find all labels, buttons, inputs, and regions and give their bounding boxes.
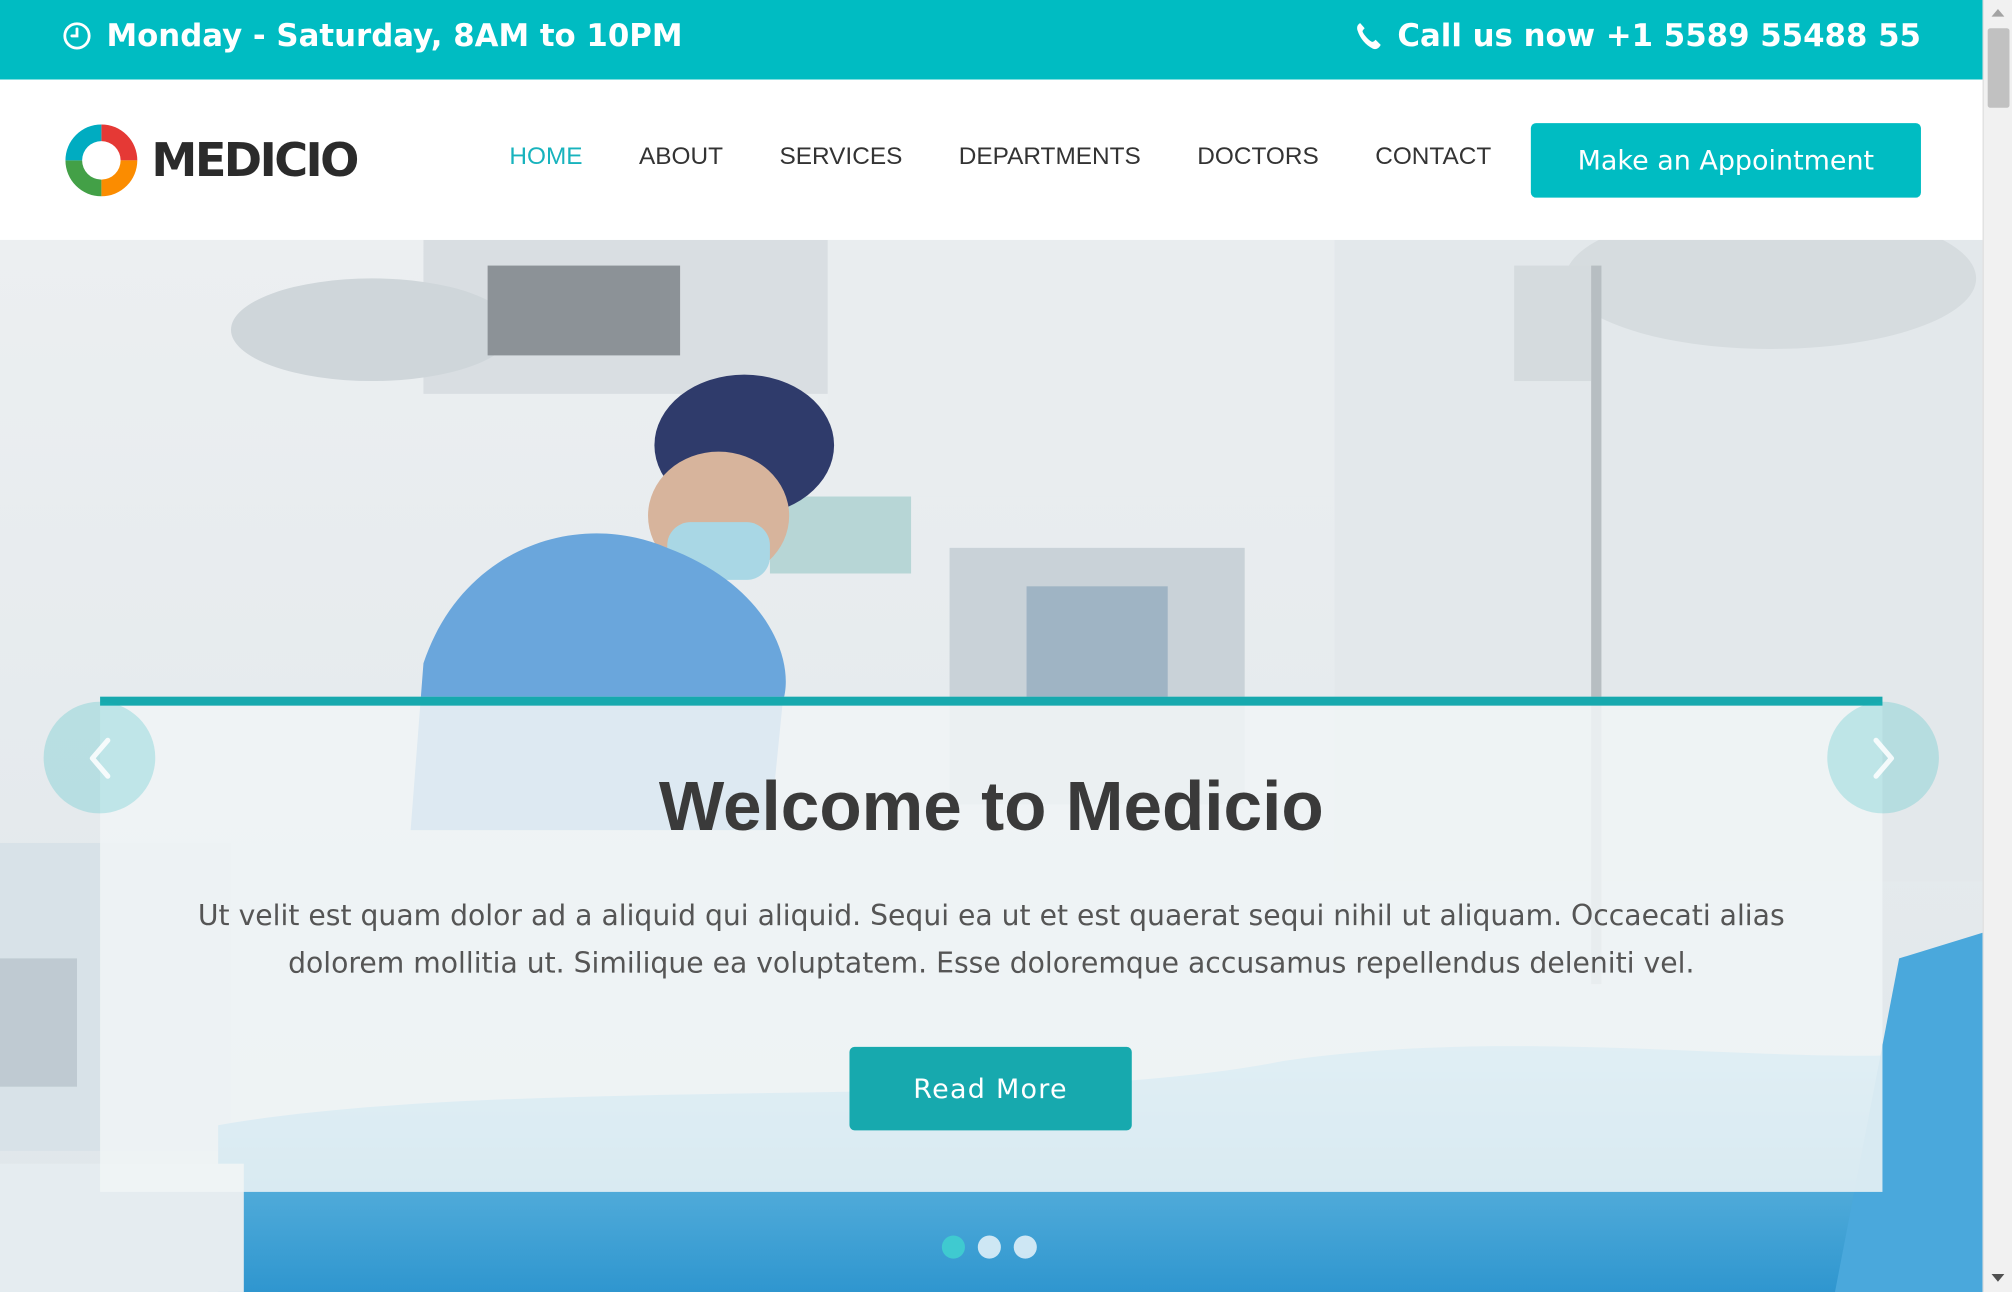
logo-ring-icon: [65, 124, 138, 197]
nav-contact[interactable]: CONTACT: [1375, 144, 1491, 172]
hero-caption-box: Welcome to Medicio Ut velit est quam dol…: [100, 696, 1883, 1192]
scrollbar-thumb[interactable]: [1987, 28, 2010, 108]
phone-text[interactable]: Call us now +1 5589 55488 55: [1397, 18, 1921, 54]
logo[interactable]: MEDICIO: [62, 121, 359, 201]
main-nav: HOME ABOUT SERVICES DEPARTMENTS DOCTORS …: [509, 144, 1547, 172]
business-hours-text: Monday - Saturday, 8AM to 10PM: [106, 17, 683, 54]
nav-home[interactable]: HOME: [509, 144, 582, 172]
clock-icon: [63, 22, 91, 50]
hero-description: Ut velit est quam dolor ad a aliquid qui…: [197, 900, 1785, 981]
carousel-dot-3[interactable]: [1013, 1235, 1037, 1259]
carousel-next-button[interactable]: [1827, 701, 1939, 814]
phone-icon: [1357, 23, 1381, 50]
logo-text: MEDICIO: [151, 134, 359, 187]
carousel-indicators: [941, 1235, 1050, 1259]
business-hours: Monday - Saturday, 8AM to 10PM: [62, 18, 683, 54]
carousel-prev-button[interactable]: [43, 701, 156, 814]
carousel-dot-1[interactable]: [941, 1235, 965, 1259]
page-scrollbar[interactable]: [1982, 0, 2012, 1292]
read-more-button[interactable]: Read More: [849, 1046, 1132, 1131]
nav-services[interactable]: SERVICES: [779, 144, 902, 172]
nav-doctors[interactable]: DOCTORS: [1197, 144, 1318, 172]
site-header: MEDICIO HOME ABOUT SERVICES DEPARTMENTS …: [0, 79, 1983, 240]
scroll-up-arrow-icon[interactable]: [1991, 8, 2005, 17]
make-appointment-button[interactable]: Make an Appointment: [1530, 123, 1921, 198]
page: Monday - Saturday, 8AM to 10PM Call us n…: [0, 0, 2012, 1292]
scroll-down-arrow-icon[interactable]: [1991, 1274, 2005, 1282]
top-bar: Monday - Saturday, 8AM to 10PM Call us n…: [0, 0, 1983, 80]
phone-contact[interactable]: Call us now +1 5589 55488 55: [1354, 18, 1921, 54]
chevron-right-icon: [1872, 737, 1894, 779]
nav-about[interactable]: ABOUT: [639, 144, 723, 172]
hero-title: Welcome to Medicio: [658, 768, 1324, 846]
carousel-dot-2[interactable]: [977, 1235, 1001, 1259]
hero-slider: Welcome to Medicio Ut velit est quam dol…: [0, 239, 1983, 1292]
chevron-left-icon: [89, 737, 110, 779]
nav-departments[interactable]: DEPARTMENTS: [959, 144, 1141, 172]
